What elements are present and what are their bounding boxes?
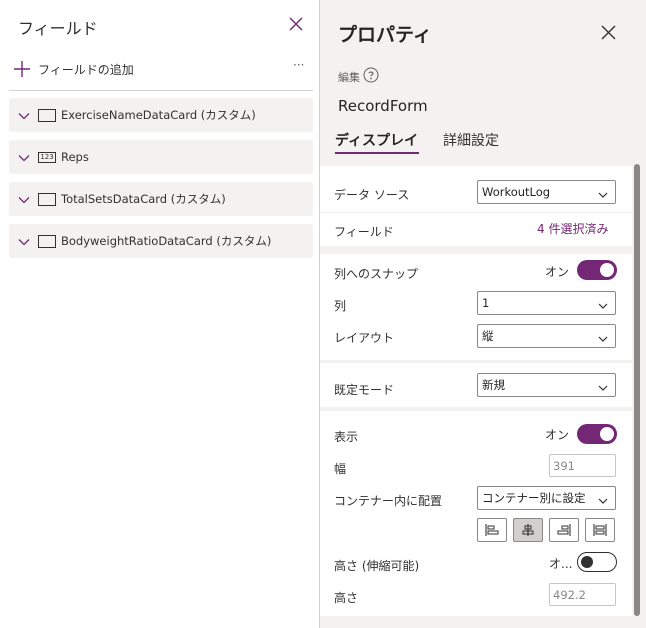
chevron-down-icon bbox=[597, 492, 609, 504]
flexible-height-toggle-state: オ... bbox=[549, 557, 573, 571]
fields-label: フィールド bbox=[334, 225, 394, 239]
layout-section: 列へのスナップ オン 列 1 レイアウト 縦 bbox=[320, 254, 632, 360]
more-options-icon[interactable]: ··· bbox=[293, 59, 304, 71]
field-name: BodyweightRatioDataCard (カスタム) bbox=[61, 234, 272, 248]
plus-icon bbox=[13, 60, 31, 78]
add-field-button[interactable]: フィールドの追加 bbox=[13, 58, 134, 80]
data-section: データ ソース WorkoutLog フィールド 4 件選択済み bbox=[320, 166, 632, 246]
data-source-label: データ ソース bbox=[334, 188, 410, 202]
align-start-button[interactable] bbox=[477, 518, 507, 542]
visible-toggle-state: オン bbox=[545, 428, 570, 442]
data-source-value: WorkoutLog bbox=[482, 185, 551, 199]
align-in-container-value: コンテナー別に設定 bbox=[482, 491, 586, 505]
toggle-knob bbox=[600, 427, 614, 441]
text-field-icon bbox=[38, 108, 56, 122]
field-name: Reps bbox=[61, 150, 89, 164]
chevron-down-icon[interactable] bbox=[17, 192, 31, 206]
add-field-label: フィールドの追加 bbox=[38, 62, 134, 77]
align-in-container-dropdown[interactable]: コンテナー別に設定 bbox=[477, 486, 616, 510]
tab-active-indicator bbox=[335, 152, 419, 154]
columns-dropdown[interactable]: 1 bbox=[477, 291, 616, 315]
data-source-dropdown[interactable]: WorkoutLog bbox=[477, 180, 616, 204]
fields-pane: フィールド フィールドの追加 ··· ExerciseNameDataCard … bbox=[0, 0, 320, 628]
text-field-icon bbox=[38, 234, 56, 248]
width-label: 幅 bbox=[334, 462, 347, 476]
columns-label: 列 bbox=[334, 299, 347, 313]
default-mode-dropdown[interactable]: 新規 bbox=[477, 373, 616, 397]
flexible-height-label: 高さ (伸縮可能) bbox=[334, 559, 420, 573]
divider bbox=[320, 212, 632, 213]
height-label: 高さ bbox=[334, 591, 359, 605]
size-position-section: 表示 オン 幅 391 コンテナー内に配置 コンテナー別に設定 高さ (伸縮可能… bbox=[320, 411, 632, 616]
control-name: RecordForm bbox=[338, 97, 428, 115]
divider bbox=[9, 90, 313, 91]
align-center-button[interactable] bbox=[513, 518, 543, 542]
field-card-exercise-name[interactable]: ExerciseNameDataCard (カスタム) bbox=[9, 98, 313, 132]
snap-toggle-state: オン bbox=[545, 265, 570, 279]
visible-toggle[interactable] bbox=[577, 424, 617, 444]
visible-label: 表示 bbox=[334, 430, 359, 444]
snap-to-columns-toggle[interactable] bbox=[577, 260, 617, 280]
edit-label: 編集 bbox=[338, 71, 360, 84]
layout-value: 縦 bbox=[482, 329, 494, 343]
properties-pane-title: プロパティ bbox=[338, 24, 432, 46]
field-card-bodyweight-ratio[interactable]: BodyweightRatioDataCard (カスタム) bbox=[9, 224, 313, 258]
text-field-icon bbox=[38, 192, 56, 206]
alignment-button-group bbox=[477, 518, 617, 542]
properties-scroll-area: データ ソース WorkoutLog フィールド 4 件選択済み 列へのスナップ… bbox=[320, 158, 646, 628]
properties-pane: プロパティ 編集 RecordForm ディスプレイ 詳細設定 データ ソース … bbox=[320, 0, 646, 628]
field-name: TotalSetsDataCard (カスタム) bbox=[61, 192, 226, 206]
snap-to-columns-label: 列へのスナップ bbox=[334, 267, 419, 281]
help-icon[interactable] bbox=[363, 67, 379, 83]
tab-advanced[interactable]: 詳細設定 bbox=[443, 130, 499, 150]
tab-display[interactable]: ディスプレイ bbox=[335, 130, 418, 150]
height-input[interactable]: 492.2 bbox=[549, 583, 616, 606]
fields-selected-link[interactable]: 4 件選択済み bbox=[537, 220, 608, 237]
layout-label: レイアウト bbox=[334, 331, 395, 345]
columns-value: 1 bbox=[482, 296, 490, 310]
align-left-icon bbox=[485, 524, 499, 536]
flexible-height-toggle[interactable] bbox=[577, 552, 617, 572]
chevron-down-icon[interactable] bbox=[17, 108, 31, 122]
number-badge: 123 bbox=[38, 151, 56, 163]
number-field-icon: 123 bbox=[38, 151, 56, 164]
width-input[interactable]: 391 bbox=[549, 454, 616, 477]
chevron-down-icon bbox=[597, 297, 609, 309]
chevron-down-icon bbox=[597, 379, 609, 391]
toggle-knob bbox=[581, 556, 593, 568]
layout-dropdown[interactable]: 縦 bbox=[477, 324, 616, 348]
vertical-scrollbar[interactable] bbox=[634, 164, 640, 616]
fields-pane-title: フィールド bbox=[18, 19, 98, 38]
align-center-icon bbox=[522, 524, 534, 536]
align-right-icon bbox=[557, 524, 571, 536]
align-stretch-icon bbox=[593, 524, 607, 536]
toggle-knob bbox=[600, 263, 614, 277]
chevron-down-icon[interactable] bbox=[17, 150, 31, 164]
default-mode-label: 既定モード bbox=[334, 383, 395, 397]
field-name: ExerciseNameDataCard (カスタム) bbox=[61, 108, 256, 122]
align-end-button[interactable] bbox=[549, 518, 579, 542]
chevron-down-icon bbox=[597, 330, 609, 342]
field-card-reps[interactable]: 123 Reps bbox=[9, 140, 313, 174]
chevron-down-icon[interactable] bbox=[17, 234, 31, 248]
align-stretch-button[interactable] bbox=[585, 518, 615, 542]
chevron-down-icon bbox=[597, 186, 609, 198]
close-icon[interactable] bbox=[600, 24, 617, 41]
close-icon[interactable] bbox=[286, 14, 306, 34]
default-mode-section: 既定モード 新規 bbox=[320, 363, 632, 407]
align-in-container-label: コンテナー内に配置 bbox=[334, 494, 443, 508]
field-card-total-sets[interactable]: TotalSetsDataCard (カスタム) bbox=[9, 182, 313, 216]
default-mode-value: 新規 bbox=[482, 378, 505, 392]
